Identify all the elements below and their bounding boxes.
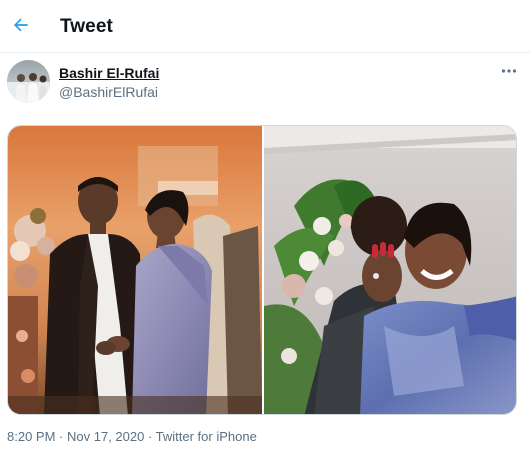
- tweet-date-link[interactable]: Nov 17, 2020: [67, 429, 144, 444]
- tweet-author: Bashir El-Rufai @BashirElRufai: [0, 53, 530, 113]
- header-bar: Tweet: [0, 0, 530, 53]
- tweet-media-grid: [7, 125, 517, 415]
- arrow-left-icon: [14, 18, 28, 32]
- author-handle[interactable]: @BashirElRufai: [59, 84, 158, 100]
- back-button[interactable]: [6, 10, 36, 40]
- photo-icon: [8, 126, 262, 414]
- meta-separator: ·: [144, 429, 156, 444]
- tweet-time-link[interactable]: 8:20 PM: [7, 429, 55, 444]
- tweet-photo-2[interactable]: [264, 126, 516, 414]
- more-horizontal-icon: [501, 69, 517, 73]
- meta-separator: ·: [55, 429, 67, 444]
- author-display-name[interactable]: Bashir El-Rufai: [59, 65, 159, 81]
- tweet-source-link[interactable]: Twitter for iPhone: [156, 429, 257, 444]
- photo-icon: [264, 126, 516, 414]
- avatar-image: [7, 60, 50, 103]
- tweet-meta: 8:20 PM · Nov 17, 2020 · Twitter for iPh…: [7, 429, 257, 444]
- avatar[interactable]: [7, 60, 50, 103]
- tweet-photo-1[interactable]: [8, 126, 262, 414]
- more-button[interactable]: [496, 61, 522, 81]
- page-title: Tweet: [60, 16, 113, 37]
